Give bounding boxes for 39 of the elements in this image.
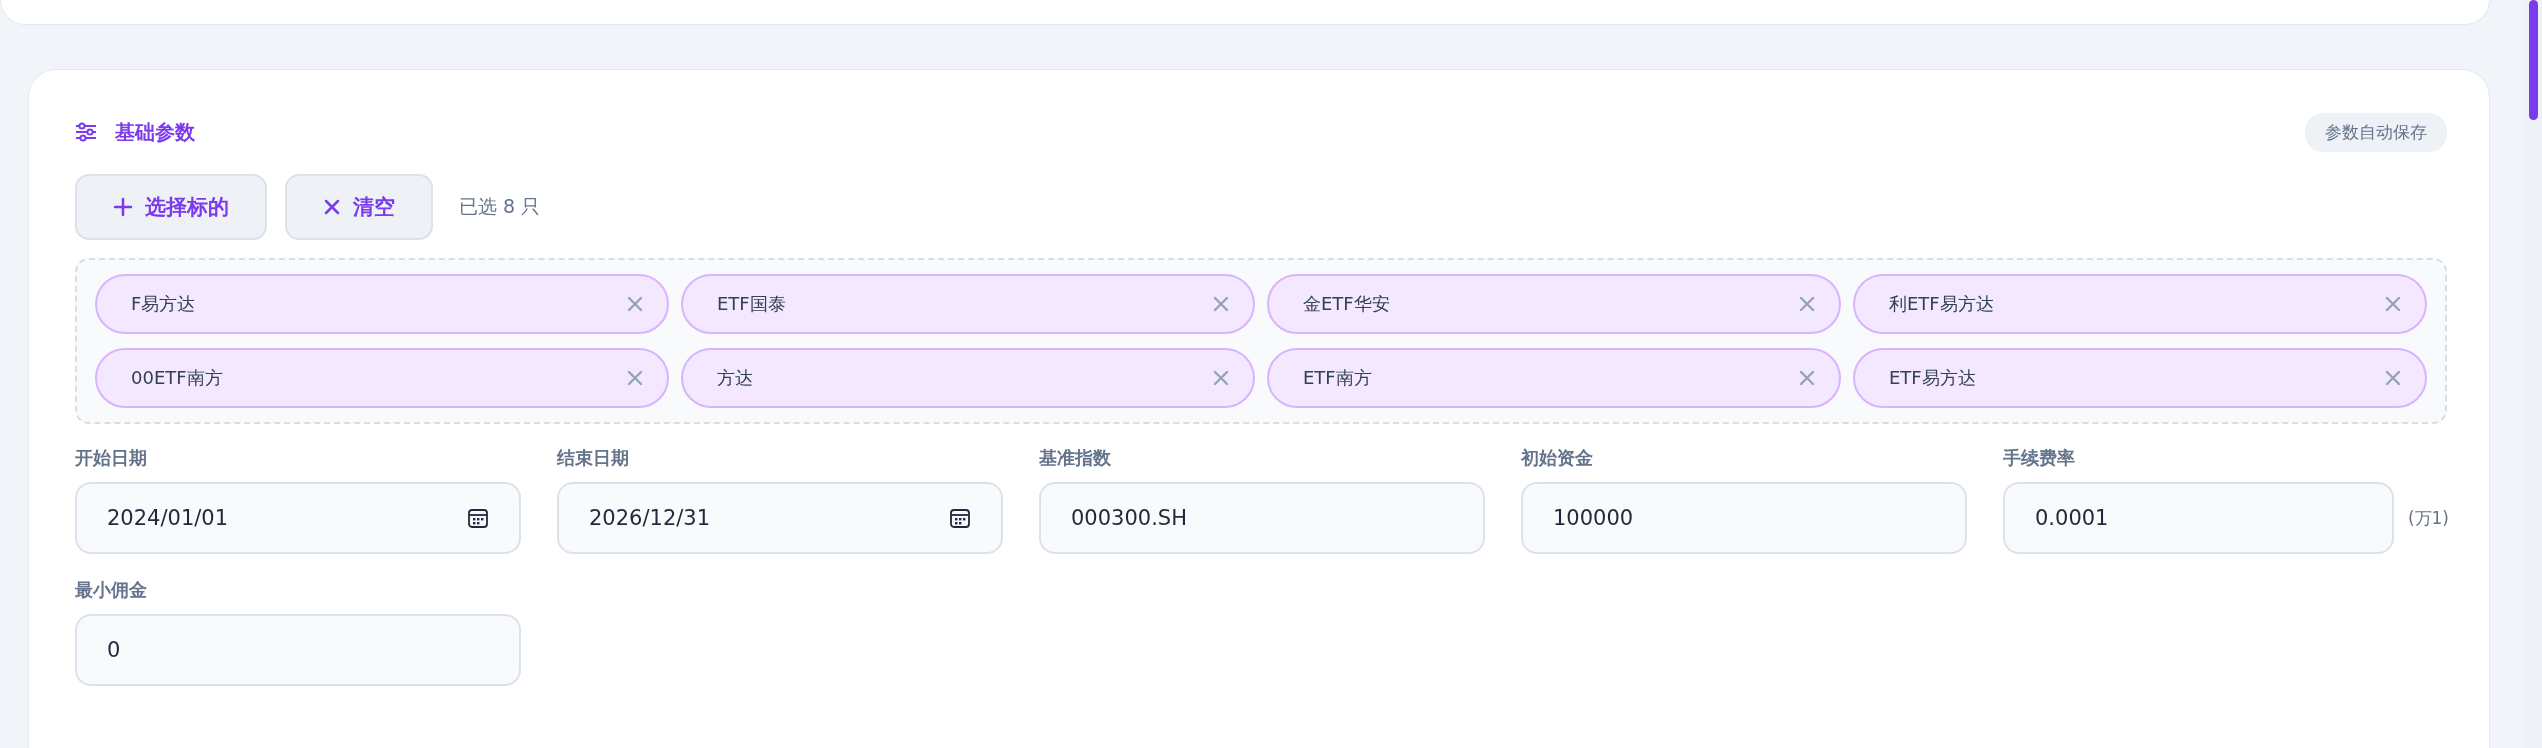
- remove-icon[interactable]: [2385, 296, 2401, 312]
- date-field[interactable]: 2026/12/31: [557, 482, 1003, 554]
- chip-label: ETF易方达: [1889, 366, 1976, 390]
- selected-count: 已选 8 只: [459, 194, 541, 219]
- input-field[interactable]: 100000: [1521, 482, 1967, 554]
- field-label: 手续费率: [2003, 446, 2076, 470]
- input-field[interactable]: 0: [75, 614, 521, 686]
- section-title: 基础参数: [115, 118, 195, 146]
- chip-label: ETF国泰: [717, 292, 786, 316]
- field-label: 初始资金: [1521, 446, 1594, 470]
- remove-icon[interactable]: [2385, 370, 2401, 386]
- select-button[interactable]: 选择标的: [75, 174, 267, 240]
- chip-label: 金ETF华安: [1303, 292, 1390, 316]
- chip-label: 利ETF易方达: [1889, 292, 1994, 316]
- calendar-icon[interactable]: [467, 507, 489, 529]
- unit-label: (万1): [2407, 506, 2449, 530]
- chip-label: 00ETF南方: [131, 366, 223, 390]
- field-label: 结束日期: [557, 446, 630, 470]
- calendar-icon[interactable]: [949, 507, 971, 529]
- sliders-icon: [75, 122, 97, 142]
- close-icon: [323, 198, 341, 216]
- chip-label: 方达: [717, 366, 753, 390]
- field-label: 基准指数: [1039, 446, 1112, 470]
- remove-icon[interactable]: [1213, 296, 1229, 312]
- field-label: 最小佣金: [75, 578, 148, 602]
- date-field[interactable]: 2024/01/01: [75, 482, 521, 554]
- clear-button[interactable]: 清空: [285, 174, 433, 240]
- chip-label: F易方达: [131, 292, 196, 316]
- remove-icon[interactable]: [627, 370, 643, 386]
- remove-icon[interactable]: [1799, 296, 1815, 312]
- autosave-badge: 参数自动保存: [2305, 112, 2447, 152]
- plus-icon: [113, 197, 133, 217]
- remove-icon[interactable]: [1213, 370, 1229, 386]
- field-label: 开始日期: [75, 446, 148, 470]
- input-field[interactable]: 0.0001: [2003, 482, 2394, 554]
- remove-icon[interactable]: [1799, 370, 1815, 386]
- input-field[interactable]: 000300.SH: [1039, 482, 1485, 554]
- chip-label: ETF南方: [1303, 366, 1372, 390]
- remove-icon[interactable]: [627, 296, 643, 312]
